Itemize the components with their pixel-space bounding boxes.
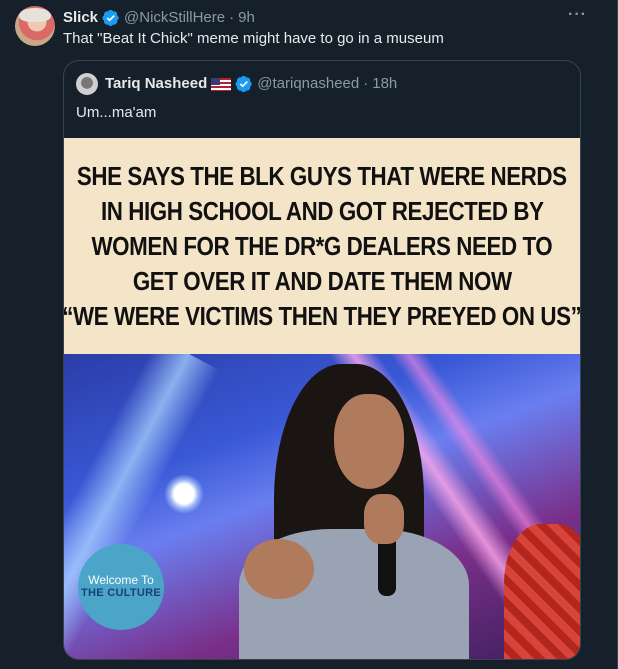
badge-line2: THE CULTURE (80, 587, 162, 599)
caption-line: SHE SAYS THE BLK GUYS THAT WERE NERDS (77, 160, 567, 191)
tweet-header: Slick @NickStillHere · 9h (63, 8, 255, 28)
avatar[interactable] (15, 6, 55, 46)
verified-badge-icon (102, 9, 119, 27)
caption-line: IN HIGH SCHOOL AND GOT REJECTED BY (100, 195, 544, 226)
quote-header: Tariq Nasheed @tariqnasheed · 18h (76, 73, 397, 95)
quote-separator: · (363, 75, 369, 92)
caption-line: GET OVER IT AND DATE THEM NOW (132, 265, 512, 296)
speaker-face (334, 394, 404, 489)
tweet-text: That "Beat It Chick" meme might have to … (63, 30, 444, 47)
quote-time[interactable]: 18h (372, 74, 397, 94)
author-name[interactable]: Slick (63, 8, 98, 28)
avatar-hair (19, 8, 51, 22)
action-bar (63, 664, 583, 669)
tweet[interactable]: Slick @NickStillHere · 9h ··· That "Beat… (0, 0, 618, 669)
more-icon[interactable]: ··· (568, 6, 587, 24)
verified-badge-icon (235, 75, 252, 93)
meme-caption: SHE SAYS THE BLK GUYS THAT WERE NERDS IN… (64, 138, 580, 354)
separator: · (229, 9, 235, 26)
background-person (504, 524, 580, 659)
speaker-shoulder (244, 539, 314, 599)
tweet-time[interactable]: 9h (238, 8, 255, 28)
caption-line: “WE WERE VICTIMS THEN THEY PREYED ON US” (63, 300, 581, 331)
quote-avatar[interactable] (76, 73, 98, 95)
quote-author-name[interactable]: Tariq Nasheed (105, 74, 207, 94)
us-flag-icon (211, 77, 232, 91)
quoted-tweet[interactable]: Tariq Nasheed @tariqnasheed · 18h Um...m… (63, 60, 581, 660)
caption-line: WOMEN FOR THE DR*G DEALERS NEED TO (91, 230, 553, 261)
author-handle[interactable]: @NickStillHere (124, 8, 225, 28)
quote-text: Um...ma'am (76, 104, 157, 121)
quote-media[interactable]: SHE SAYS THE BLK GUYS THAT WERE NERDS IN… (64, 138, 580, 659)
quote-author-handle[interactable]: @tariqnasheed (257, 74, 359, 94)
stage-photo: Welcome To THE CULTURE (64, 354, 580, 659)
stage-light (164, 474, 204, 514)
welcome-badge: Welcome To THE CULTURE (78, 544, 164, 630)
speaker-hand (364, 494, 404, 544)
badge-line1: Welcome To (88, 573, 154, 587)
